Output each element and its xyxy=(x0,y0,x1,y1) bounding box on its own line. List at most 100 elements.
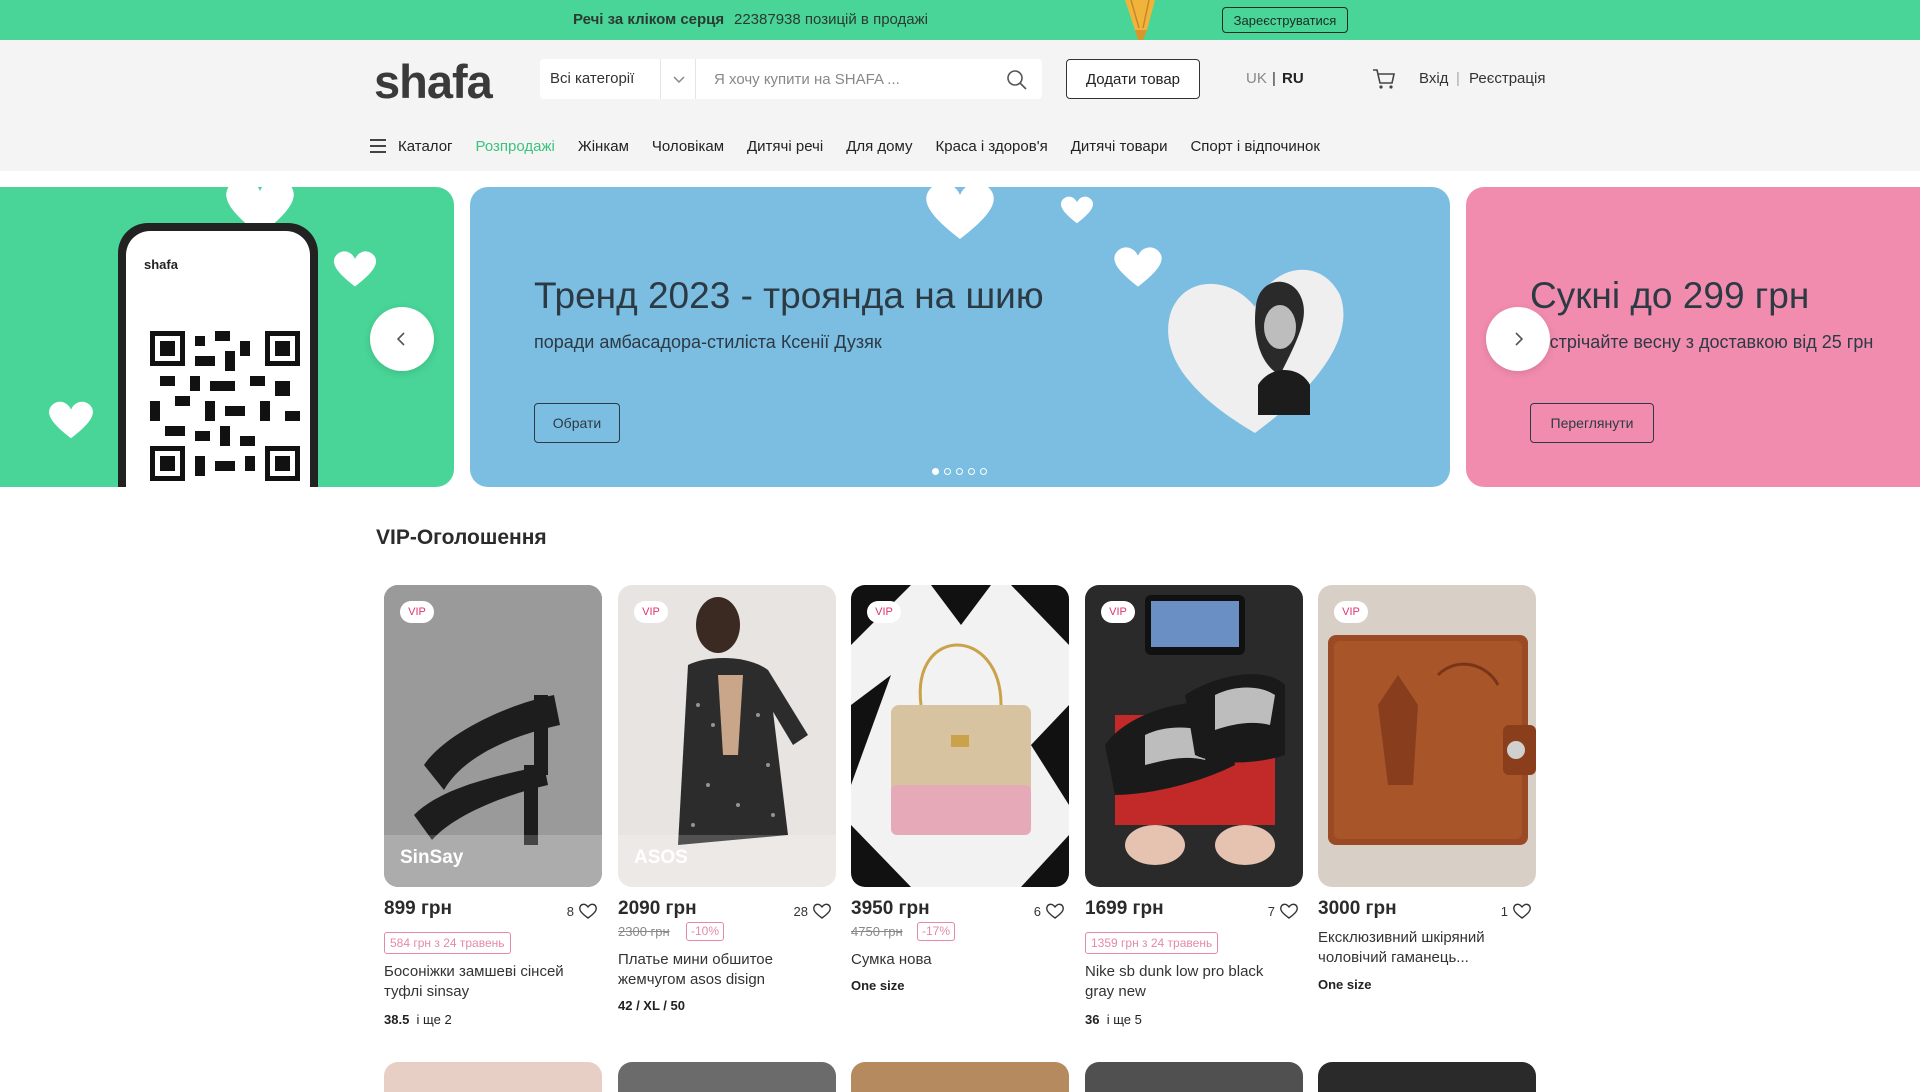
size-value: 38.5 xyxy=(384,1012,410,1027)
carousel-dot[interactable] xyxy=(980,468,987,475)
nav-sport[interactable]: Спорт і відпочинок xyxy=(1190,138,1319,155)
menu-icon[interactable] xyxy=(370,139,386,153)
carousel-dot[interactable] xyxy=(932,468,939,475)
auth-separator: | xyxy=(1456,70,1460,87)
product-card-partial[interactable] xyxy=(1085,1062,1303,1092)
nav-home[interactable]: Для дому xyxy=(846,138,912,155)
nav-kids-goods[interactable]: Дитячі товари xyxy=(1071,138,1168,155)
brand-label: SinSay xyxy=(400,847,464,868)
size-value: One size xyxy=(851,978,905,993)
heart-icon[interactable] xyxy=(578,902,598,920)
wallet-photo xyxy=(1318,585,1536,887)
product-title[interactable]: Босоніжки замшеві сінсей туфлі sinsay xyxy=(384,962,584,1002)
register-link[interactable]: Реєстрація xyxy=(1469,70,1545,87)
search-input[interactable] xyxy=(714,59,984,99)
product-card[interactable]: VIP 3950 грн 6 4750 грн -17% Сумка нова … xyxy=(851,585,1069,993)
promo-price-badge: 584 грн з 24 травень xyxy=(384,932,511,954)
vip-badge: VIP xyxy=(1101,601,1135,623)
search-icon[interactable] xyxy=(1006,69,1028,91)
heart-decoration xyxy=(333,251,377,287)
bag-photo xyxy=(851,585,1069,887)
carousel-dot[interactable] xyxy=(956,468,963,475)
promo-bar: Речі за кліком серця 22387938 позицій в … xyxy=(0,0,1920,40)
product-card-partial[interactable] xyxy=(384,1062,602,1092)
carousel-dot[interactable] xyxy=(968,468,975,475)
likes: 6 xyxy=(1034,902,1065,920)
likes-count: 1 xyxy=(1500,903,1508,919)
nav-sales[interactable]: Розпродажі xyxy=(476,138,555,155)
size-value: One size xyxy=(1318,977,1372,992)
product-card[interactable]: VIP 3000 грн 1 Ексклюзивний шкіряний чол… xyxy=(1318,585,1536,992)
banner-subtitle: поради амбасадора-стиліста Ксенії Дузяк xyxy=(534,332,882,352)
nav-kids-clothes[interactable]: Дитячі речі xyxy=(747,138,823,155)
heart-icon[interactable] xyxy=(812,902,832,920)
price: 2090 грн xyxy=(618,898,697,919)
carousel-prev-button[interactable] xyxy=(370,307,434,371)
shafa-logo[interactable]: shafa xyxy=(374,54,493,109)
chevron-down-icon[interactable] xyxy=(660,59,696,99)
price: 3000 грн xyxy=(1318,898,1397,919)
lang-uk[interactable]: UK xyxy=(1246,70,1267,87)
product-image[interactable]: VIP xyxy=(851,585,1069,887)
chevron-right-icon xyxy=(1515,332,1524,346)
heart-decoration xyxy=(926,187,994,239)
chevron-left-icon xyxy=(396,332,405,346)
size-value: 42 / XL / 50 xyxy=(618,998,685,1013)
login-link[interactable]: Вхід xyxy=(1419,70,1448,87)
dress-photo xyxy=(618,585,836,887)
promo-slogan: Речі за кліком серця xyxy=(573,11,725,28)
product-card-partial[interactable] xyxy=(851,1062,1069,1092)
register-promo-button[interactable]: Зареєструватися xyxy=(1222,7,1348,33)
product-card-partial[interactable] xyxy=(618,1062,836,1092)
nav-beauty[interactable]: Краса і здоров'я xyxy=(935,138,1047,155)
vip-badge: VIP xyxy=(634,601,668,623)
heart-icon[interactable] xyxy=(1279,902,1299,920)
nav-women[interactable]: Жінкам xyxy=(578,138,629,155)
search-bar: Всі категорії xyxy=(540,59,1042,99)
add-item-button[interactable]: Додати товар xyxy=(1066,59,1200,99)
heart-decoration xyxy=(1060,196,1094,224)
category-select[interactable]: Всі категорії xyxy=(550,70,634,87)
phone-mockup: shafa xyxy=(118,223,318,487)
heart-decoration xyxy=(49,401,93,439)
product-image[interactable]: VIP SinSay xyxy=(384,585,602,887)
discount-badge: -17% xyxy=(917,922,956,941)
product-card-partial[interactable] xyxy=(1318,1062,1536,1092)
product-image[interactable]: VIP xyxy=(1085,585,1303,887)
product-card[interactable]: VIP 1699 грн 7 1359 грн з 24 травень Nik… xyxy=(1085,585,1303,1027)
lang-separator: | xyxy=(1272,70,1276,87)
product-size: 36 і ще 5 xyxy=(1085,1012,1142,1027)
nav-men[interactable]: Чоловікам xyxy=(652,138,724,155)
heart-icon[interactable] xyxy=(1045,902,1065,920)
stylist-photo xyxy=(1168,269,1344,433)
likes-count: 8 xyxy=(566,903,574,919)
product-title[interactable]: Ексклюзивний шкіряний чоловічий гаманець… xyxy=(1318,928,1518,968)
banner-subtitle: Зустрічайте весну з доставкою від 25 грн xyxy=(1530,332,1874,352)
product-size: 38.5 і ще 2 xyxy=(384,1012,452,1027)
cart-icon[interactable] xyxy=(1372,68,1396,90)
product-card[interactable]: VIP SinSay 899 грн 8 584 грн з 24 травен… xyxy=(384,585,602,1027)
lang-ru[interactable]: RU xyxy=(1282,70,1304,87)
product-card[interactable]: VIP ASOS 2090 грн 28 2300 грн -10% Плать… xyxy=(618,585,836,1013)
section-title: VIP-Оголошення xyxy=(376,526,547,549)
carousel-next-button[interactable] xyxy=(1486,307,1550,371)
product-title[interactable]: Платье мини обшитое жемчугом asos disign xyxy=(618,950,818,990)
view-button[interactable]: Переглянути xyxy=(1530,403,1654,443)
size-more: і ще 5 xyxy=(1106,1012,1142,1027)
product-image[interactable]: VIP ASOS xyxy=(618,585,836,887)
product-title[interactable]: Сумка нова xyxy=(851,950,1051,970)
choose-button[interactable]: Обрати xyxy=(534,403,620,443)
listings-count: 22387938 позицій в продажі xyxy=(734,11,929,28)
likes-count: 7 xyxy=(1267,903,1275,919)
banner-trend-2023[interactable]: Тренд 2023 - троянда на шию поради амбас… xyxy=(470,187,1450,487)
heart-icon[interactable] xyxy=(1512,902,1532,920)
product-title[interactable]: Nike sb dunk low pro black gray new xyxy=(1085,962,1285,1002)
vip-badge: VIP xyxy=(400,601,434,623)
price: 1699 грн xyxy=(1085,898,1164,919)
header: shafa Всі категорії Додати товар UK | RU… xyxy=(0,40,1920,171)
product-image[interactable]: VIP xyxy=(1318,585,1536,887)
product-size: 42 / XL / 50 xyxy=(618,998,685,1013)
carousel-dot[interactable] xyxy=(944,468,951,475)
nav-catalog[interactable]: Каталог xyxy=(398,138,453,155)
product-size: One size xyxy=(851,978,904,993)
